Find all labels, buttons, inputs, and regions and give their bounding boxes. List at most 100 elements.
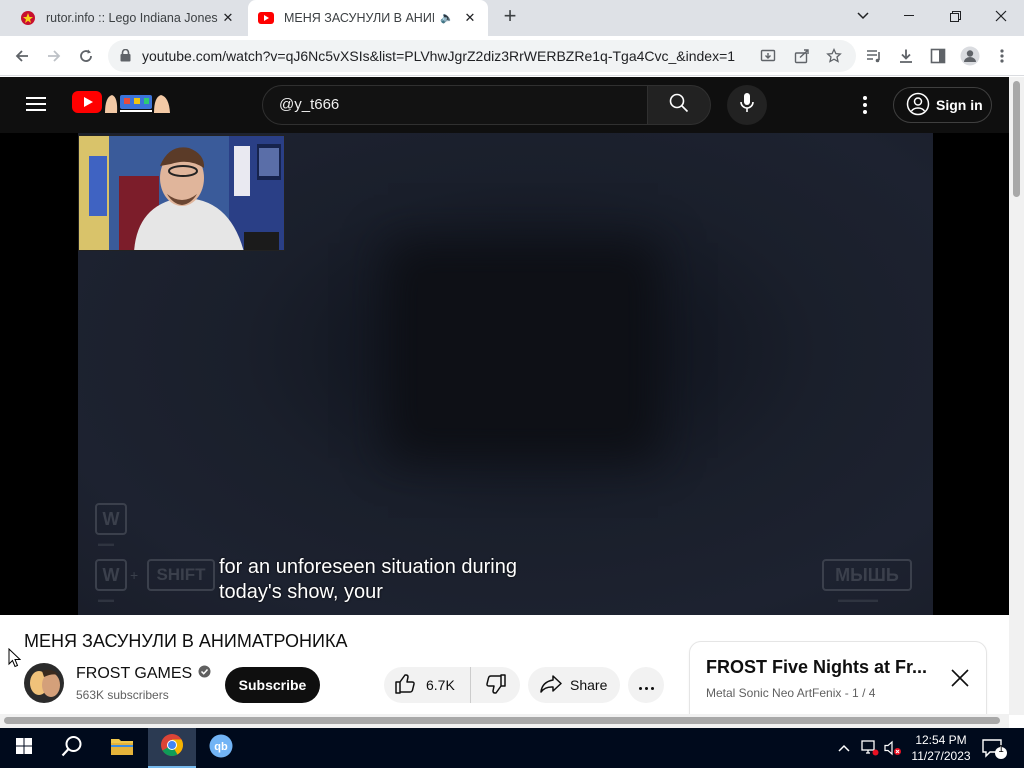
- taskbar-chrome[interactable]: [148, 728, 196, 768]
- url-text: youtube.com/watch?v=qJ6Nc5vXSIs&list=PLV…: [142, 48, 736, 64]
- chrome-icon: [160, 733, 184, 762]
- forward-button[interactable]: [42, 44, 66, 68]
- restore-button[interactable]: [932, 0, 978, 32]
- start-button[interactable]: [0, 728, 48, 768]
- video-title: МЕНЯ ЗАСУНУЛИ В АНИМАТРОНИКА: [24, 631, 348, 651]
- share-label: Share: [570, 677, 608, 693]
- reload-button[interactable]: [74, 44, 98, 68]
- webcam-overlay-image: [78, 135, 285, 251]
- more-horizontal-icon: [637, 677, 655, 693]
- close-tab-icon[interactable]: ✕: [462, 10, 478, 26]
- qbittorrent-icon: qb: [209, 734, 233, 763]
- video-player[interactable]: W ▬▬ W + SHIFT ▬▬ МЫШЬ ▬▬▬▬▬ for an unfo…: [0, 133, 1009, 615]
- thumbs-down-icon: [485, 673, 507, 698]
- scrollbar-thumb[interactable]: [4, 717, 1000, 724]
- key-w-hint: W: [95, 503, 127, 535]
- key-hint-caption: ▬▬▬▬▬: [838, 595, 878, 604]
- youtube-page: @y_t666 Sign in W ▬▬ W + SHIFT ▬▬ МЫШЬ ▬…: [0, 77, 1009, 715]
- share-button[interactable]: Share: [528, 667, 620, 703]
- taskbar-file-explorer[interactable]: [98, 728, 146, 768]
- key-mouse-hint: МЫШЬ: [822, 559, 912, 591]
- thumbs-up-icon: [394, 673, 416, 698]
- like-button[interactable]: 6.7K: [384, 667, 470, 703]
- windows-logo-icon: [16, 737, 32, 759]
- folder-icon: [110, 736, 134, 761]
- youtube-masthead: @y_t666 Sign in: [0, 77, 1009, 133]
- youtube-doodle-logo[interactable]: [72, 91, 172, 117]
- show-hidden-icons-chevron[interactable]: [838, 740, 850, 755]
- rutor-favicon-icon: [20, 10, 36, 26]
- tab-title: МЕНЯ ЗАСУНУЛИ В АНИМА: [284, 11, 434, 25]
- search-button[interactable]: [647, 85, 711, 125]
- scrollbar-thumb[interactable]: [1013, 81, 1020, 197]
- like-count: 6.7K: [426, 677, 455, 693]
- clock-time: 12:54 PM: [915, 733, 967, 747]
- search-input[interactable]: @y_t666: [262, 85, 648, 125]
- notification-count: 1: [998, 744, 1004, 755]
- vertical-scrollbar[interactable]: [1009, 77, 1024, 715]
- taskbar-search-button[interactable]: [48, 728, 96, 768]
- share-arrow-icon: [540, 674, 562, 697]
- search-icon: [669, 93, 689, 118]
- microphone-icon: [740, 92, 754, 118]
- profile-avatar-icon[interactable]: [958, 44, 982, 68]
- channel-avatar[interactable]: [24, 663, 64, 703]
- plus-sign: +: [130, 567, 139, 583]
- subscriber-count: 563K subscribers: [76, 688, 169, 702]
- subtitle-line-2: today's show, your: [219, 581, 383, 603]
- youtube-favicon-icon: [258, 10, 274, 26]
- tab-strip: rutor.info :: Lego Indiana Jones 2 ✕ МЕН…: [0, 0, 1024, 36]
- taskbar-qbittorrent[interactable]: qb: [198, 728, 244, 768]
- bookmark-star-icon[interactable]: [824, 46, 844, 66]
- key-hint-caption: ▬▬: [98, 539, 114, 548]
- video-meta: МЕНЯ ЗАСУНУЛИ В АНИМАТРОНИКА FROST GAMES…: [0, 615, 1009, 715]
- tab-search-chevron-icon[interactable]: [840, 0, 886, 32]
- back-button[interactable]: [10, 44, 34, 68]
- menu-hamburger-icon[interactable]: [26, 97, 46, 111]
- browser-toolbar: youtube.com/watch?v=qJ6Nc5vXSIs&list=PLV…: [0, 36, 1024, 76]
- close-tab-icon[interactable]: ✕: [220, 10, 236, 26]
- voice-search-button[interactable]: [727, 85, 767, 125]
- video-dark-center: [418, 273, 628, 428]
- verified-check-icon: [198, 665, 211, 683]
- playlist-subtitle: Metal Sonic Neo ArtFenix - 1 / 4: [706, 686, 876, 700]
- media-queue-icon[interactable]: [862, 44, 886, 68]
- sign-in-label: Sign in: [936, 97, 983, 113]
- address-bar[interactable]: youtube.com/watch?v=qJ6Nc5vXSIs&list=PLV…: [108, 40, 856, 72]
- chrome-menu-icon[interactable]: [990, 44, 1014, 68]
- settings-kebab-icon[interactable]: [855, 93, 875, 117]
- horizontal-scrollbar[interactable]: [0, 714, 1009, 728]
- subscribe-button[interactable]: Subscribe: [225, 667, 320, 703]
- tab-rutor[interactable]: rutor.info :: Lego Indiana Jones 2 ✕: [8, 0, 246, 36]
- channel-name-text: FROST GAMES: [76, 665, 193, 682]
- new-tab-button[interactable]: +: [499, 5, 521, 28]
- network-icon[interactable]: [861, 740, 879, 759]
- video-subtitles: for an unforeseen situation during today…: [219, 555, 517, 605]
- dislike-button[interactable]: [470, 667, 520, 703]
- windows-taskbar: qb 12:54 PM 11/27/2023 1: [0, 728, 1024, 768]
- action-center-icon[interactable]: 1: [982, 738, 1008, 763]
- download-icon[interactable]: [894, 44, 918, 68]
- playlist-title[interactable]: FROST Five Nights at Fr...: [706, 657, 927, 678]
- more-actions-button[interactable]: [628, 667, 664, 703]
- sign-in-button[interactable]: Sign in: [893, 87, 992, 123]
- tab-youtube[interactable]: МЕНЯ ЗАСУНУЛИ В АНИМА 🔈 ✕: [248, 0, 488, 36]
- close-playlist-icon[interactable]: [950, 668, 970, 688]
- key-hint-caption: ▬▬: [98, 595, 114, 604]
- volume-muted-icon[interactable]: [884, 740, 902, 759]
- lock-icon[interactable]: [120, 48, 131, 67]
- clock-date: 11/27/2023: [911, 749, 971, 763]
- mouse-cursor-icon: [8, 647, 22, 673]
- close-window-button[interactable]: [978, 0, 1024, 32]
- tab-title: rutor.info :: Lego Indiana Jones 2: [46, 11, 218, 25]
- side-panel-icon[interactable]: [926, 44, 950, 68]
- speaker-icon[interactable]: 🔈: [440, 11, 454, 24]
- subtitle-line-1: for an unforeseen situation during: [219, 556, 517, 578]
- svg-text:qb: qb: [214, 741, 228, 753]
- share-page-icon[interactable]: [792, 46, 812, 66]
- search-query-text: @y_t666: [279, 96, 340, 113]
- channel-name[interactable]: FROST GAMES: [76, 665, 211, 683]
- install-app-icon[interactable]: [758, 46, 778, 66]
- system-clock[interactable]: 12:54 PM 11/27/2023: [906, 732, 976, 764]
- minimize-button[interactable]: [886, 0, 932, 32]
